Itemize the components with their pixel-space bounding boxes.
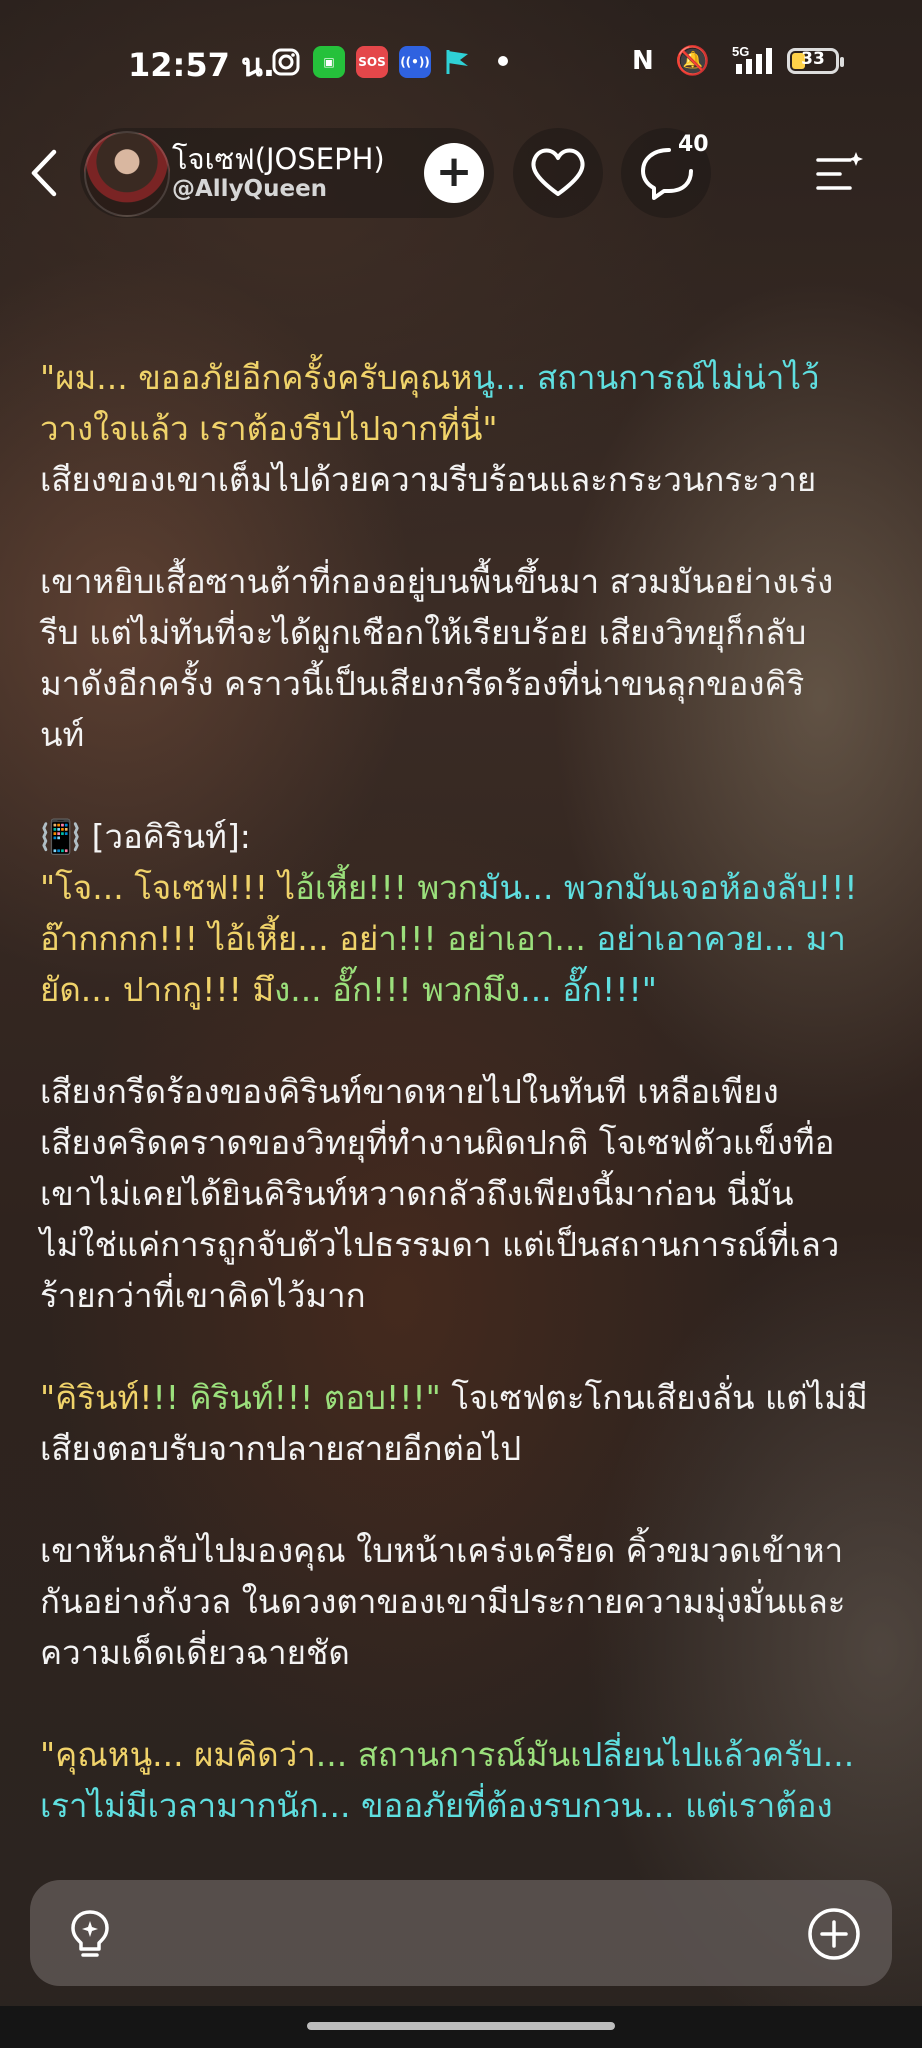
story-text-segment: นู... สถานการณ์ไม่น่าไว้ bbox=[472, 358, 820, 397]
story-line: เสียงตอบรับจากปลายสายอีกต่อไป bbox=[40, 1423, 890, 1474]
story-line: "ผม... ขออภัยอีกครั้งครับคุณหนู... สถานก… bbox=[40, 352, 890, 403]
story-line: เขาไม่เคยได้ยินคิรินท์หวาดกลัวถึงเพียงนี… bbox=[40, 1168, 890, 1219]
story-line: ยัด... ปากกู!!! มึง... อั๊ก!!! พวกมึง...… bbox=[40, 964, 890, 1015]
story-run: ความเด็ดเดี่ยวฉายชัด bbox=[40, 1633, 350, 1672]
story-line: นท์ bbox=[40, 709, 890, 760]
story-line: ความเด็ดเดี่ยวฉายชัด bbox=[40, 1627, 890, 1678]
battery-icon: 33 bbox=[787, 48, 844, 74]
status-time: 12:57 น. bbox=[128, 46, 276, 84]
lightbulb-icon[interactable] bbox=[62, 1906, 118, 1962]
story-line: ร้ายกว่าที่เขาคิดไว้มาก bbox=[40, 1270, 890, 1321]
story-text: "ผม... ขออภัยอีกครั้งครับคุณหนู... สถานก… bbox=[40, 352, 890, 1882]
story-text-segment: มัน... พวกมันเจอห้องลับ!!! bbox=[477, 868, 858, 907]
notification-dot bbox=[498, 56, 508, 66]
story-line: อ๊ากกกก!!! ไอ้เหี้ย... อย่า!!! อย่าเอา..… bbox=[40, 913, 890, 964]
story-paragraph: 📳 [วอคิรินท์]: "โจ... โจเซฟ!!! ไอ้เหี้ย!!… bbox=[40, 811, 890, 1015]
network-label: 5G bbox=[732, 44, 749, 59]
story-text-segment: "คุณหนู... ผมคิดว่า bbox=[40, 1735, 316, 1774]
story-text-segment: ปลี่ยนไปแล้วครับ... bbox=[581, 1735, 855, 1774]
story-text-segment: อ้เหี้ย!!! พวก bbox=[295, 868, 478, 907]
story-run: เราไม่มีเวลามากนัก... ขออภัยที่ต้องรบกวน… bbox=[40, 1786, 833, 1825]
status-bar: 12:57 น. ▣ SOS ((•)) N 🔕 5G 33 bbox=[0, 0, 922, 120]
story-line: รีบ แต่ไม่ทันที่จะได้ผูกเชือกให้เรียบร้อ… bbox=[40, 607, 890, 658]
signal-icon: 5G bbox=[732, 44, 772, 74]
story-text-segment: "โจ... โจเซฟ!!! ไ bbox=[40, 868, 296, 907]
story-run: กันอย่างกังวล ในดวงตาของเขามีประกายความม… bbox=[40, 1582, 846, 1621]
story-run: โจเซฟตะโกนเสียงลั่น แต่ไม่มี bbox=[440, 1378, 868, 1417]
flag-icon bbox=[446, 50, 468, 74]
story-text-segment: "คิรินท์! bbox=[40, 1378, 153, 1417]
story-text-segment: ยัด... ปากกู!!! ม bbox=[40, 970, 275, 1009]
story-text-segment: อย่าเอาควย... มา bbox=[585, 919, 846, 958]
nfc-icon: N bbox=[632, 46, 654, 76]
story-line: เราไม่มีเวลามากนัก... ขออภัยที่ต้องรบกวน… bbox=[40, 1780, 890, 1831]
story-text-segment: อ๊ากกกก!!! ไอ้เหี้ย... อย่ bbox=[40, 919, 379, 958]
story-text-segment: ... สถานการณ์มันเ bbox=[315, 1735, 582, 1774]
story-paragraph: "คิรินท์!!! คิรินท์!!! ตอบ!!!""คิรินท์!!… bbox=[40, 1372, 890, 1474]
story-run: เสียงคริดคราดของวิทยุที่ทำงานผิดปกติ โจเ… bbox=[40, 1123, 835, 1162]
story-run: วางใจแล้ว เราต้องรีบไปจากที่นี่" bbox=[40, 409, 498, 448]
story-paragraph: "ผม... ขออภัยอีกครั้งครับคุณหนู... สถานก… bbox=[40, 352, 890, 505]
plus-circle-icon[interactable] bbox=[806, 1906, 862, 1962]
creator-handle[interactable]: @AllyQueen bbox=[172, 176, 327, 202]
story-run: ร้ายกว่าที่เขาคิดไว้มาก bbox=[40, 1276, 366, 1315]
story-paragraph: เขาหันกลับไปมองคุณ ใบหน้าเคร่งเครียด คิ้… bbox=[40, 1525, 890, 1678]
story-run: มาดังอีกครั้ง คราวนี้เป็นเสียงกรีดร้องที… bbox=[40, 664, 805, 703]
story-line: "คิรินท์!!! คิรินท์!!! ตอบ!!!""คิรินท์!!… bbox=[40, 1372, 890, 1423]
story-text-segment: า!!! อย่าเอา... bbox=[378, 919, 586, 958]
comment-count: 40 bbox=[678, 132, 709, 157]
story-run: นท์ bbox=[40, 715, 85, 754]
story-run: 📳 [วอคิรินท์]: bbox=[40, 817, 251, 856]
story-run: รีบ แต่ไม่ทันที่จะได้ผูกเชือกให้เรียบร้อ… bbox=[40, 613, 807, 652]
story-line: 📳 [วอคิรินท์]: bbox=[40, 811, 890, 862]
story-line: เสียงคริดคราดของวิทยุที่ทำงานผิดปกติ โจเ… bbox=[40, 1117, 890, 1168]
story-run: เขาไม่เคยได้ยินคิรินท์หวาดกลัวถึงเพียงนี… bbox=[40, 1174, 794, 1213]
broadcast-icon: ((•)) bbox=[399, 46, 431, 78]
story-text-segment: ึง... อั๊ก!!! พวกมึง bbox=[274, 970, 521, 1009]
story-line: กันอย่างกังวล ในดวงตาของเขามีประกายความม… bbox=[40, 1576, 890, 1627]
message-input-bar[interactable] bbox=[30, 1880, 892, 1986]
story-line: เขาหยิบเสื้อซานต้าที่กองอยู่บนพื้นขึ้นมา… bbox=[40, 556, 890, 607]
story-line: "คุณหนู... ผมคิดว่า... สถานการณ์มันเปลี่… bbox=[40, 1729, 890, 1780]
story-line: "โจ... โจเซฟ!!! ไอ้เหี้ย!!! พวกมัน... พว… bbox=[40, 862, 890, 913]
story-text-segment: !! คิรินท์!!! ตอบ!!!" bbox=[152, 1378, 441, 1417]
story-text-segment: "ผม... ขออภัยอีกครั้งครับคุณห bbox=[40, 358, 473, 397]
battery-level: 33 bbox=[801, 49, 825, 69]
story-line: มาดังอีกครั้ง คราวนี้เป็นเสียงกรีดร้องที… bbox=[40, 658, 890, 709]
line-app-icon: ▣ bbox=[313, 46, 345, 78]
story-run: ไม่ใช่แค่การถูกจับตัวไปธรรมดา แต่เป็นสถา… bbox=[40, 1225, 840, 1264]
menu-icon[interactable] bbox=[810, 146, 866, 202]
story-paragraph: เขาหยิบเสื้อซานต้าที่กองอยู่บนพื้นขึ้นมา… bbox=[40, 556, 890, 760]
story-text-segment: ... อั๊ก!!!" bbox=[520, 970, 657, 1009]
story-line: วางใจแล้ว เราต้องรีบไปจากที่นี่" bbox=[40, 403, 890, 454]
mute-icon: 🔕 bbox=[675, 44, 710, 77]
story-run: เขาหยิบเสื้อซานต้าที่กองอยู่บนพื้นขึ้นมา… bbox=[40, 562, 834, 601]
like-button[interactable] bbox=[513, 128, 603, 218]
heart-icon bbox=[531, 148, 585, 196]
story-line: เสียงกรีดร้องของคิรินท์ขาดหายไปในทันที เ… bbox=[40, 1066, 890, 1117]
story-line: เขาหันกลับไปมองคุณ ใบหน้าเคร่งเครียด คิ้… bbox=[40, 1525, 890, 1576]
home-indicator[interactable] bbox=[307, 2022, 615, 2030]
story-run: เสียงกรีดร้องของคิรินท์ขาดหายไปในทันที เ… bbox=[40, 1072, 779, 1111]
story-run: เสียงตอบรับจากปลายสายอีกต่อไป bbox=[40, 1429, 522, 1468]
avatar[interactable] bbox=[84, 131, 170, 217]
story-run: เขาหันกลับไปมองคุณ ใบหน้าเคร่งเครียด คิ้… bbox=[40, 1531, 844, 1570]
story-line: ไม่ใช่แค่การถูกจับตัวไปธรรมดา แต่เป็นสถา… bbox=[40, 1219, 890, 1270]
story-paragraph: "คุณหนู... ผมคิดว่า... สถานการณ์มันเปลี่… bbox=[40, 1729, 890, 1831]
story-line: เสียงของเขาเต็มไปด้วยความรีบร้อนและกระวน… bbox=[40, 454, 890, 505]
story-paragraph: เสียงกรีดร้องของคิรินท์ขาดหายไปในทันที เ… bbox=[40, 1066, 890, 1321]
story-run: เสียงของเขาเต็มไปด้วยความรีบร้อนและกระวน… bbox=[40, 460, 817, 499]
back-button[interactable] bbox=[22, 146, 66, 200]
sos-icon: SOS bbox=[356, 46, 388, 78]
instagram-icon bbox=[272, 48, 300, 76]
follow-button[interactable]: + bbox=[424, 143, 484, 203]
